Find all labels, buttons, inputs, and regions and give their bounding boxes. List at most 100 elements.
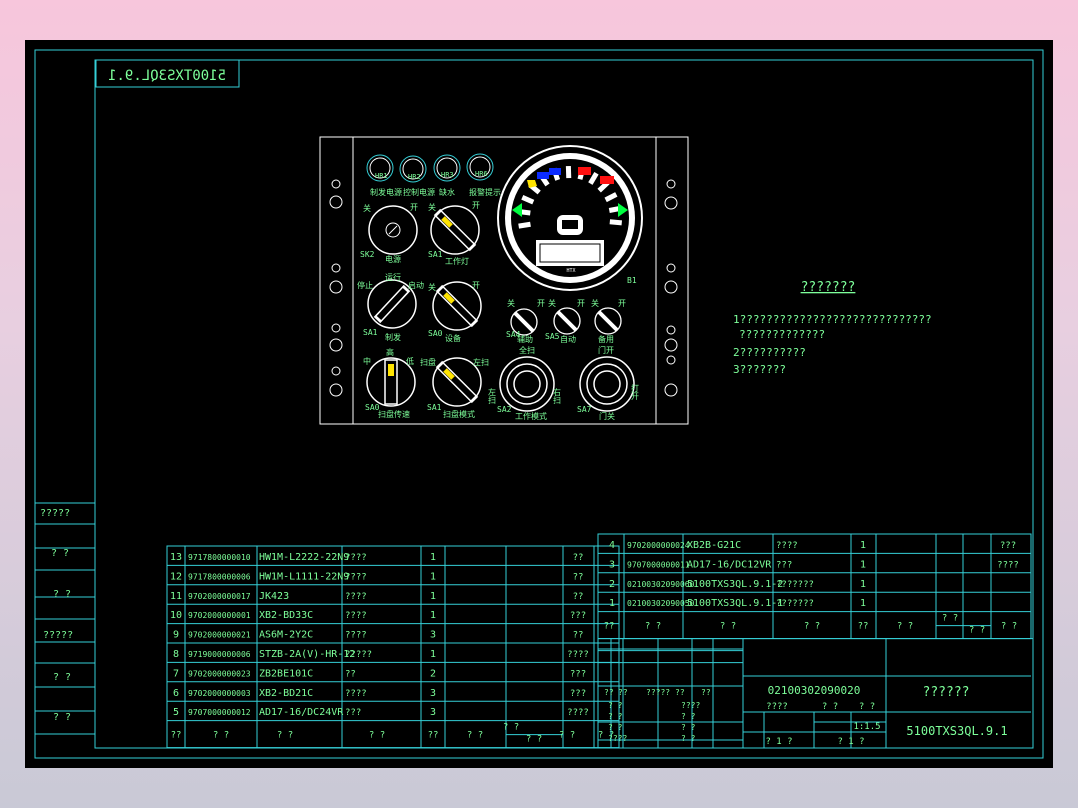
ind-label-2: 控制电源 xyxy=(403,187,435,197)
bom-left-header: ? ? xyxy=(559,731,575,741)
bom-left-code: 9702000000021 xyxy=(188,631,251,640)
title-sign-value: ? ? xyxy=(681,723,696,732)
sa0-device-right: 开 xyxy=(472,281,480,290)
bom-left-no: 5 xyxy=(173,707,179,718)
title-sign-role: ? ? xyxy=(608,701,623,710)
title-rev-header: ?? xyxy=(701,688,711,697)
sa1-light-code: SA1 xyxy=(428,250,443,259)
sa1-mode-code: SA1 xyxy=(427,403,442,412)
sa7-right: 打开 xyxy=(631,383,640,401)
title-drawing-code: 02100302090020 xyxy=(768,684,861,697)
bom-left-note: ???? xyxy=(567,650,589,660)
title-stage-label: ? ? xyxy=(859,702,875,712)
mount-hole xyxy=(329,280,343,294)
left-strip-label: ? ? xyxy=(53,589,71,600)
bom-right-model: XB2B-G21C xyxy=(687,540,741,551)
title-scale: 1:1.5 xyxy=(853,722,880,732)
sa5-left: 关 xyxy=(548,298,556,308)
sk2-right: 开 xyxy=(410,203,418,212)
sa0-device-left: 关 xyxy=(428,282,436,292)
mount-hole xyxy=(664,338,678,352)
switch-sa7[interactable] xyxy=(579,356,635,412)
sa1-light-right: 开 xyxy=(472,201,480,210)
sa7-label: 门关 xyxy=(599,411,615,421)
sa1-mode-label: 扫盘模式 xyxy=(443,409,475,419)
sa0-device-code: SA0 xyxy=(428,329,443,338)
bom-right-header: ? ? xyxy=(804,622,820,632)
title-drawing-name: ?????? xyxy=(923,685,970,700)
bom-left-name: ?? xyxy=(345,669,356,679)
bom-left-qty: 3 xyxy=(430,688,436,699)
bom-left-model: STZB-2A(V)-HR-12 xyxy=(259,649,355,660)
bom-left-note: ??? xyxy=(570,611,586,621)
bom-left-no: 8 xyxy=(173,649,179,660)
bom-right-code: 9702000000024 xyxy=(627,541,690,550)
bom-right-code: 9707000000011 xyxy=(627,560,690,569)
bom-left-no: 10 xyxy=(170,610,182,621)
bom-right-qty: 1 xyxy=(860,540,866,551)
sa1-start-right: 启动 xyxy=(408,280,424,290)
ind-code-2: HR2 xyxy=(408,173,421,181)
gauge-tick xyxy=(518,221,531,229)
bom-left-qty: 1 xyxy=(430,571,436,582)
sa7-top: 门开 xyxy=(598,345,614,355)
sa2-code: SA2 xyxy=(497,405,512,414)
sa2-label: 工作模式 xyxy=(515,411,547,421)
title-sign-value: ? ? xyxy=(681,712,696,721)
switch-sa2[interactable] xyxy=(499,356,555,412)
bom-left-model: XB2-BD21C xyxy=(259,688,313,699)
bom-left-qty: 1 xyxy=(430,610,436,621)
bom-right-name: ??????? xyxy=(776,580,814,590)
gauge-code: B1 xyxy=(627,276,637,285)
bom-table-left: 13 9717800000010 HW1M-L2222-22N9???? 1 ??12 9… xyxy=(166,545,620,749)
bom-left-name: ???? xyxy=(345,553,367,563)
bom-right-qty: 1 xyxy=(860,559,866,570)
bom-right-header: ?? xyxy=(604,622,615,632)
sa6-right: 开 xyxy=(618,299,626,308)
mount-hole xyxy=(664,280,678,294)
left-strip: ????? ? ? ? ?????? ? ? ? ? xyxy=(35,502,95,735)
sa0-speed-label: 扫盘传速 xyxy=(378,409,410,419)
mount-hole xyxy=(329,338,343,352)
bom-left-header: ? ? xyxy=(467,731,483,741)
bom-left-model: AS6M-2Y2C xyxy=(259,630,313,641)
note-line-3: 2?????????? xyxy=(733,346,806,359)
cad-viewport[interactable]: 5100TXS3QL.9.1 ?????? ?? ??????? ?? ? ??… xyxy=(25,40,1053,768)
sk2-label: 电源 xyxy=(385,254,401,264)
mount-hole xyxy=(331,366,341,376)
sa2-right: 右扫 xyxy=(553,387,562,405)
title-sign-value: ???? xyxy=(681,701,700,710)
title-rev-header: ?? xyxy=(675,688,685,697)
sa5-right: 开 xyxy=(577,299,585,308)
instrument-gauge: HTX B1 xyxy=(497,145,643,291)
bom-left-model: ZB2BE101C xyxy=(259,668,313,679)
bom-right-model: 5100TXS3QL.9.1-1 xyxy=(687,598,783,609)
mount-hole xyxy=(666,355,676,365)
left-strip-label: ? ? xyxy=(53,712,71,723)
bom-left-no: 9 xyxy=(173,630,179,641)
gauge-tick xyxy=(609,219,623,226)
sa7-code: SA7 xyxy=(577,405,592,414)
bom-right-note: ??? xyxy=(1000,541,1016,551)
bom-left-note: ?? xyxy=(573,631,584,641)
mount-hole xyxy=(329,195,343,209)
bom-left-qty: 1 xyxy=(430,552,436,563)
mount-hole xyxy=(664,383,678,397)
title-drawing-number: 5100TXS3QL.9.1 xyxy=(906,724,1007,738)
sk2-code: SK2 xyxy=(360,250,375,259)
bom-left-model: JK423 xyxy=(259,591,289,602)
bom-left-header: ? ? xyxy=(526,735,542,745)
bom-left-name: ???? xyxy=(345,611,367,621)
gauge-brand: HTX xyxy=(566,268,575,274)
sa0-speed-right: 低 xyxy=(406,356,414,366)
sa1-light-label: 工作灯 xyxy=(445,256,469,266)
sa5-label: 自动 xyxy=(560,334,576,344)
bom-left-note: ??? xyxy=(570,669,586,679)
sa0-speed-left: 中 xyxy=(363,356,371,366)
bom-left-header: ?? xyxy=(171,731,182,741)
bom-left-model: HW1M-L2222-22N9 xyxy=(259,552,349,563)
bom-left-header: ? ? xyxy=(277,731,293,741)
bom-left-no: 6 xyxy=(173,688,179,699)
bom-right-name: ??????? xyxy=(776,599,814,609)
bom-right-header: ? ? xyxy=(969,626,985,636)
